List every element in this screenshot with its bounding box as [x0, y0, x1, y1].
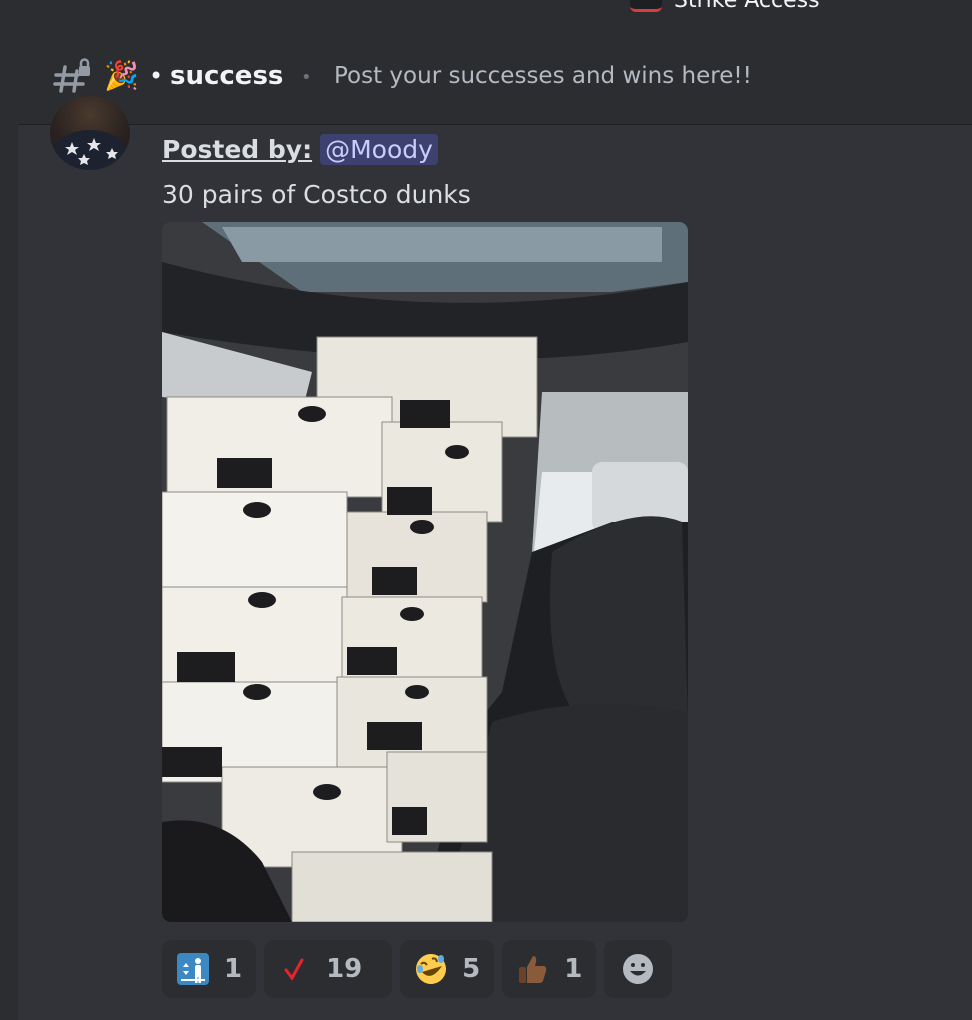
- reactions-bar: 1 19 5 1: [162, 940, 673, 998]
- rofl-icon: [414, 952, 448, 986]
- reaction-count: 5: [462, 954, 481, 984]
- red-check-icon: [278, 952, 312, 986]
- server-icon: [630, 0, 662, 12]
- channel-header: 🎉 • success • Post your successes and wi…: [18, 30, 972, 125]
- message-image-attachment[interactable]: [162, 222, 688, 922]
- message-text: 30 pairs of Costco dunks: [162, 180, 471, 209]
- user-mention[interactable]: @Moody: [320, 134, 438, 165]
- reaction-elevator[interactable]: 1: [162, 940, 257, 998]
- reaction-check[interactable]: 19: [264, 940, 393, 998]
- server-name[interactable]: Strike Access: [630, 0, 820, 13]
- shoebox-photo: [162, 222, 688, 922]
- posted-by-label: Posted by:: [162, 135, 313, 164]
- reaction-rofl[interactable]: 5: [400, 940, 495, 998]
- left-sidebar-edge: [0, 30, 18, 1020]
- thumbs-up-icon: [516, 952, 550, 986]
- avatar[interactable]: [50, 96, 130, 170]
- reaction-count: 1: [224, 954, 243, 984]
- channel-topic[interactable]: Post your successes and wins here!!: [334, 58, 752, 94]
- person-elevator-icon: [176, 952, 210, 986]
- reaction-count: 19: [326, 954, 363, 984]
- hash-lock-icon: [53, 58, 90, 93]
- avatar-stars-icon: [54, 130, 126, 170]
- channel-name[interactable]: success: [170, 58, 283, 94]
- party-popper-icon: 🎉: [104, 59, 139, 92]
- name-separator-dot: •: [149, 62, 164, 90]
- reaction-thumbs-up[interactable]: 1: [502, 940, 597, 998]
- reaction-count: 1: [564, 954, 583, 984]
- add-reaction-button[interactable]: [604, 940, 673, 998]
- window-top-strip: Strike Access: [0, 0, 972, 30]
- smiley-face-icon: [623, 954, 654, 984]
- posted-by-line: Posted by: @Moody: [162, 134, 438, 165]
- topic-separator: •: [301, 67, 312, 88]
